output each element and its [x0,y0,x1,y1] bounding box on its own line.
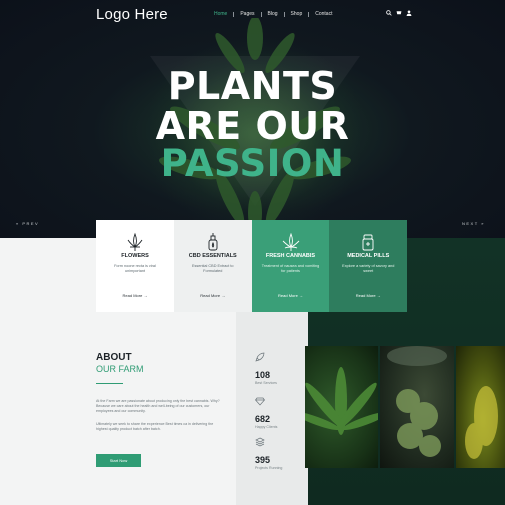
diamond-icon [255,397,265,406]
pill-bottle-icon [362,234,374,251]
card-title: FRESH CANNABIS [265,253,316,259]
stat-happy-clients: 682 Happy Clients [255,393,277,429]
nav-shop[interactable]: Shop [285,11,309,17]
card-fresh-cannabis[interactable]: FRESH CANNABIS Treatment of nausea and v… [251,220,330,312]
cannabis-bud-photo [456,346,505,468]
card-cbd-essentials[interactable]: CBD ESSENTIALS Essential CBD Extract to … [173,220,252,312]
jar-photo-graphic [387,346,447,457]
header-icons [386,10,412,16]
start-now-button[interactable]: Start Now [96,454,141,467]
slider-prev-button[interactable]: « PREV [16,221,39,226]
nav-contact[interactable]: Contact [309,11,338,17]
card-title: FLOWERS [121,253,149,259]
card-title: CBD ESSENTIALS [188,253,237,259]
oil-bottle-icon [208,233,218,251]
read-more-link[interactable]: Read More → [252,293,330,298]
about-subheading: OUR FARM [96,364,144,374]
top-navigation-bar: Logo Here Home Pages Blog Shop Contact [0,0,505,30]
stat-number: 108 [255,370,271,380]
read-more-link[interactable]: Read More → [174,293,252,298]
nav-blog[interactable]: Blog [262,11,284,17]
logo[interactable]: Logo Here [96,6,168,23]
card-description: Explore a variety of savory and sweet [342,264,395,273]
read-more-link[interactable]: Read More → [96,293,174,298]
slider-next-button[interactable]: NEXT » [462,221,485,226]
leaf-photo-graphic [305,367,378,435]
hero-section: Logo Here Home Pages Blog Shop Contact P… [0,0,505,238]
stat-label: Happy Clients [255,425,278,429]
stat-projects-running: 395 Projects Running [255,434,282,470]
about-paragraph: Ultimately we seek to share the experien… [96,422,214,432]
stat-number: 682 [255,414,271,424]
search-icon[interactable] [386,10,392,16]
user-icon[interactable] [406,10,412,16]
card-description: Treatment of nausea and vomiting for pat… [261,264,320,273]
main-nav: Home Pages Blog Shop Contact [208,11,338,17]
about-paragraph: At the Farm we are passionate about prod… [96,399,220,414]
cannabis-jar-photo [380,346,454,468]
stat-label: Best Services [255,381,277,385]
layers-icon [255,437,265,447]
card-medical-pills[interactable]: MEDICAL PILLS Explore a variety of savor… [329,220,407,312]
hero-heading-line-1: PLANTS [167,64,338,108]
hero-heading-line-3: PASSION [160,142,345,185]
card-description: Essential CBD Extract to Formulated [191,264,234,273]
read-more-link[interactable]: Read More → [329,293,407,298]
nav-pages[interactable]: Pages [234,11,260,17]
bud-photo-graphic [465,386,498,459]
cart-icon[interactable] [396,10,402,16]
cannabis-leaf-icon [282,232,299,251]
stat-label: Projects Running [255,466,283,470]
about-heading: ABOUT [96,352,132,363]
leaf-icon [127,232,143,251]
nav-home[interactable]: Home [208,11,233,17]
cannabis-leaf-photo [305,346,378,468]
divider [96,383,123,384]
card-flowers[interactable]: FLOWERS Form noone recta is viral unimpo… [96,220,174,312]
stat-best-services: 108 Best Services [255,349,277,385]
service-cards: FLOWERS Form noone recta is viral unimpo… [96,220,407,312]
card-description: Form noone recta is viral unimportant [114,264,156,273]
card-title: MEDICAL PILLS [347,253,390,259]
rocket-icon [255,352,265,362]
stat-number: 395 [255,455,271,465]
